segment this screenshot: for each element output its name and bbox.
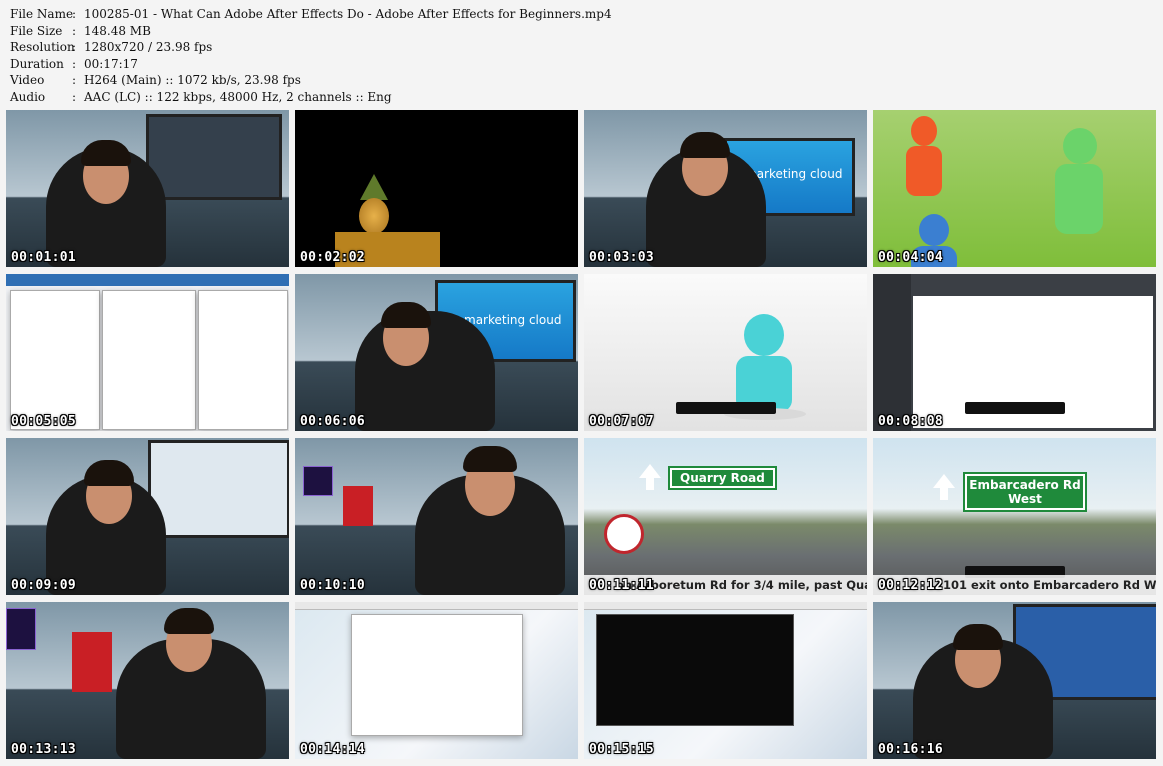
timestamp: 00:06:06 [300, 414, 366, 429]
thumbnail-02[interactable]: 00:02:02 [295, 110, 578, 267]
timestamp: 00:14:14 [300, 742, 366, 757]
timestamp: 00:01:01 [11, 250, 77, 265]
timestamp: 00:04:04 [878, 250, 944, 265]
road-sign: Embarcadero Rd West [965, 474, 1085, 510]
timestamp: 00:09:09 [11, 578, 77, 593]
timestamp: 00:02:02 [300, 250, 366, 265]
thumbnail-12[interactable]: Embarcadero Rd West 101 exit onto Embarc… [873, 438, 1156, 595]
timestamp: 00:10:10 [300, 578, 366, 593]
thumbnail-06[interactable]: marketing cloud 00:06:06 [295, 274, 578, 431]
timestamp: 00:16:16 [878, 742, 944, 757]
thumbnail-05[interactable]: 00:05:05 [6, 274, 289, 431]
timestamp: 00:13:13 [11, 742, 77, 757]
road-sign: Quarry Road [670, 468, 775, 488]
thumbnail-09[interactable]: 00:09:09 [6, 438, 289, 595]
timestamp: 00:07:07 [589, 414, 655, 429]
timestamp: 00:03:03 [589, 250, 655, 265]
timestamp: 00:15:15 [589, 742, 655, 757]
thumbnail-10[interactable]: 00:10:10 [295, 438, 578, 595]
thumbnail-08[interactable]: 00:08:08 [873, 274, 1156, 431]
thumbnail-14[interactable]: 00:14:14 [295, 602, 578, 759]
thumbnail-01[interactable]: 00:01:01 [6, 110, 289, 267]
thumbnail-16[interactable]: 00:16:16 [873, 602, 1156, 759]
thumbnail-04[interactable]: 00:04:04 [873, 110, 1156, 267]
thumbnail-03[interactable]: marketing cloud 00:03:03 [584, 110, 867, 267]
timestamp: 00:12:12 [878, 578, 944, 593]
timestamp: 00:05:05 [11, 414, 77, 429]
thumbnail-15[interactable]: 00:15:15 [584, 602, 867, 759]
thumbnail-07[interactable]: 00:07:07 [584, 274, 867, 431]
thumbnail-grid: 00:01:01 00:02:02 marketing cloud 00:03:… [0, 0, 1163, 766]
timestamp: 00:08:08 [878, 414, 944, 429]
screen-text: marketing cloud [745, 167, 843, 181]
thumbnail-13[interactable]: 00:13:13 [6, 602, 289, 759]
screen-text: marketing cloud [464, 313, 562, 327]
thumbnail-11[interactable]: Quarry Road on Arboretum Rd for 3/4 mile… [584, 438, 867, 595]
timestamp: 00:11:11 [589, 578, 655, 593]
